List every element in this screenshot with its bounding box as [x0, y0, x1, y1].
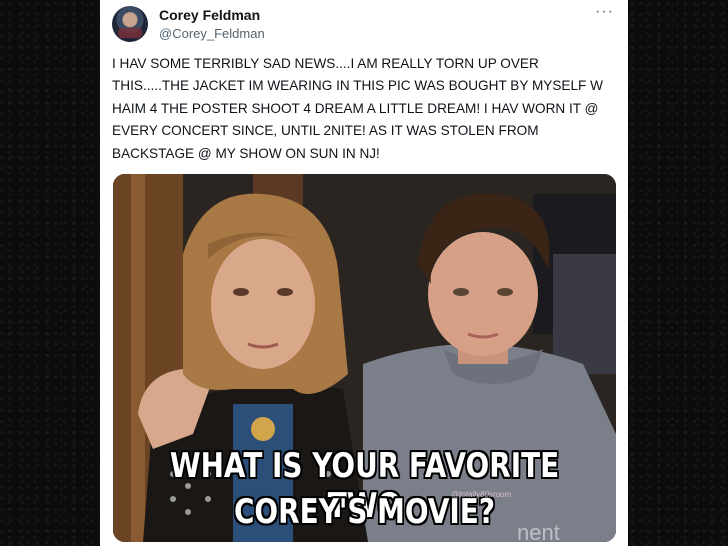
author-handle[interactable]: @Corey_Feldman [159, 26, 265, 41]
tweet-header: Corey Feldman @Corey_Feldman ··· [100, 0, 628, 50]
avatar[interactable] [112, 6, 148, 42]
image-watermark: @totally80sroom [451, 490, 512, 499]
tweet-card: Corey Feldman @Corey_Feldman ··· I HAV S… [100, 0, 628, 546]
author-name[interactable]: Corey Feldman [159, 7, 260, 23]
more-horizontal-icon[interactable]: ··· [595, 3, 614, 21]
tweet-media-image[interactable]: WHAT IS YOUR FAVORITE TWO COREY'S MOVIE?… [113, 174, 616, 542]
shirt-print-text: nent [517, 520, 560, 542]
tweet-text: I HAV SOME TERRIBLY SAD NEWS....I AM REA… [112, 56, 603, 161]
